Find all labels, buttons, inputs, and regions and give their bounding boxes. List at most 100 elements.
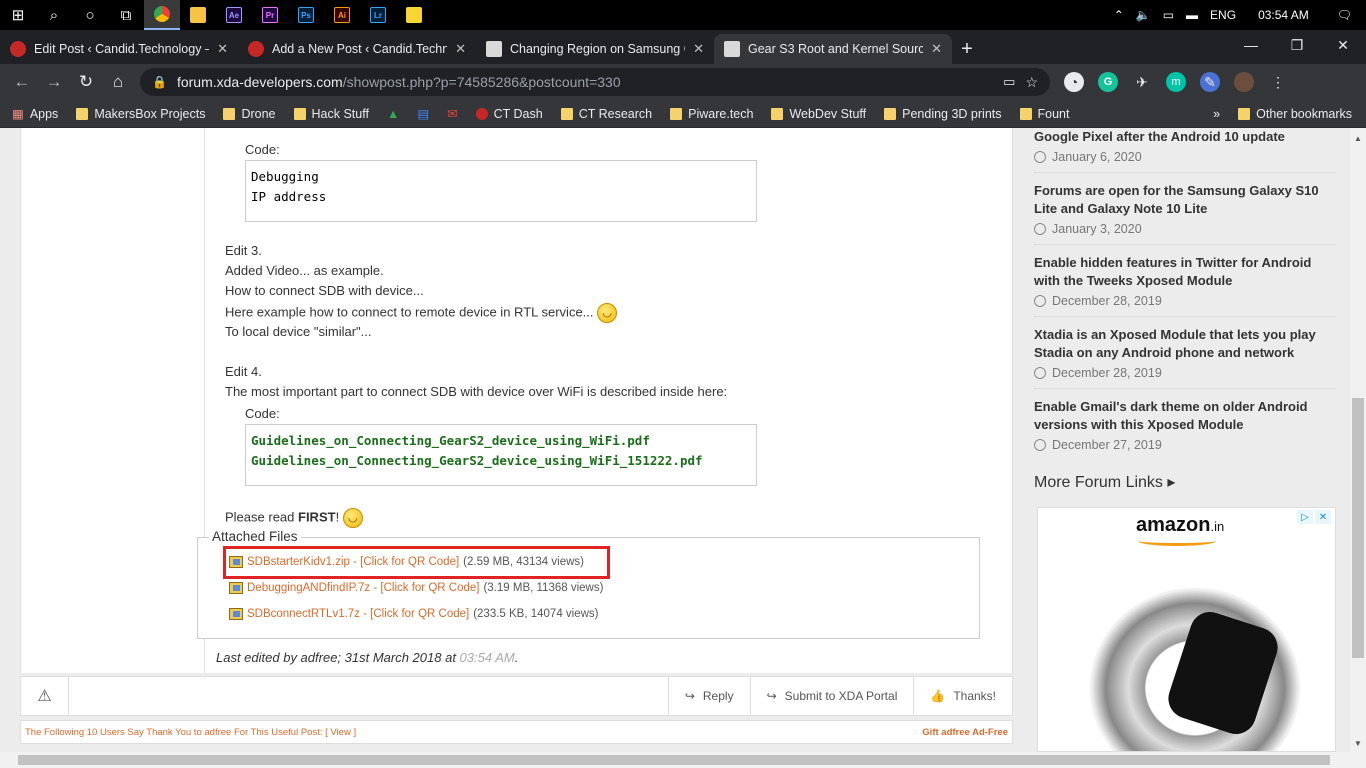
back-button[interactable]: ←	[6, 66, 38, 98]
code-link[interactable]: Guidelines_on_Connecting_GearS2_device_u…	[251, 431, 751, 451]
extension-pen-icon[interactable]: ✎	[1200, 72, 1220, 92]
search-icon[interactable]: ⌕	[36, 0, 72, 30]
bookmark-webdev[interactable]: WebDev Stuff	[771, 107, 866, 121]
extension-bird-icon[interactable]: ✈	[1132, 72, 1152, 92]
advertisement[interactable]: amazon.in ▷ ✕	[1037, 507, 1336, 752]
close-icon[interactable]: ✕	[455, 41, 466, 57]
notifications-icon[interactable]: 🗨	[1337, 8, 1352, 22]
address-bar[interactable]: 🔒 forum.xda-developers.com/showpost.php?…	[140, 68, 1050, 96]
sidebar-article[interactable]: Enable Gmail's dark theme on older Andro…	[1034, 398, 1336, 452]
forward-button[interactable]: →	[38, 66, 70, 98]
scrollbar-thumb[interactable]	[18, 755, 1330, 765]
vertical-scrollbar[interactable]: ▲ ▼	[1350, 128, 1366, 752]
bookmark-docs[interactable]: ▤	[417, 106, 429, 121]
tab-edit-post[interactable]: Edit Post ‹ Candid.Technology — ✕	[0, 34, 238, 64]
article-title[interactable]: Forums are open for the Samsung Galaxy S…	[1034, 182, 1336, 218]
code-link[interactable]: Guidelines_on_Connecting_GearS2_device_u…	[251, 451, 751, 471]
reload-button[interactable]: ↻	[70, 66, 102, 98]
post-text: How to connect SDB with device...	[225, 283, 424, 298]
profile-avatar[interactable]	[1234, 72, 1254, 92]
adchoices-icon[interactable]: ▷	[1297, 510, 1313, 524]
taskbar-app-illustrator[interactable]: Ai	[324, 0, 360, 30]
thanks-line[interactable]: The Following 10 Users Say Thank You to …	[25, 727, 356, 738]
xda-icon	[486, 41, 502, 57]
tab-add-new-post[interactable]: Add a New Post ‹ Candid.Technol ✕	[238, 34, 476, 64]
horizontal-scrollbar[interactable]	[0, 752, 1366, 768]
attachment-link[interactable]: DebuggingANDfindIP.7z - [Click for QR Co…	[247, 582, 479, 594]
bookmark-hack-stuff[interactable]: Hack Stuff	[293, 107, 369, 121]
close-window-icon[interactable]: ✕	[1320, 30, 1366, 60]
article-title[interactable]: Xtadia is an Xposed Module that lets you…	[1034, 326, 1336, 362]
bookmark-apps[interactable]: ▦ Apps	[12, 106, 58, 122]
sidebar-article[interactable]: Enable hidden features in Twitter for An…	[1034, 254, 1336, 308]
new-tab-button[interactable]: +	[952, 34, 982, 64]
home-button[interactable]: ⌂	[102, 66, 134, 98]
more-forum-links[interactable]: More Forum Links ▸	[1034, 472, 1175, 492]
sidebar-article[interactable]: Xtadia is an Xposed Module that lets you…	[1034, 326, 1336, 380]
language-indicator[interactable]: ENG	[1210, 8, 1236, 22]
network-icon[interactable]: ▭	[1163, 8, 1174, 22]
close-ad-icon[interactable]: ✕	[1315, 510, 1331, 524]
close-icon[interactable]: ✕	[217, 41, 228, 57]
archive-file-icon	[229, 608, 243, 620]
bookmark-gmail[interactable]: ✉	[447, 106, 457, 121]
extension-m-icon[interactable]: m	[1166, 72, 1186, 92]
menu-icon[interactable]: ⋮	[1268, 72, 1288, 92]
close-icon[interactable]: ✕	[931, 41, 942, 57]
bookmark-drive[interactable]: ▲	[387, 107, 399, 121]
reply-button[interactable]: ↪ Reply	[667, 676, 750, 716]
attachment-link[interactable]: SDBconnectRTLv1.7z - [Click for QR Code]	[247, 608, 469, 620]
taskbar-app-sticky-notes[interactable]	[396, 0, 432, 30]
share-icon: ↪	[766, 689, 777, 703]
battery-icon[interactable]: ▬	[1186, 8, 1198, 22]
report-warning-icon[interactable]: ⚠	[21, 676, 69, 716]
code-label: Code:	[245, 142, 280, 157]
bookmark-drone[interactable]: Drone	[223, 107, 276, 121]
taskbar-app-explorer[interactable]	[180, 0, 216, 30]
extension-speed-icon[interactable]: ◔	[1064, 72, 1084, 92]
gift-ad-free-link[interactable]: Gift adfree Ad-Free	[922, 727, 1008, 738]
chevron-up-icon[interactable]: ⌃	[1114, 8, 1124, 22]
tab-changing-region[interactable]: Changing Region on Samsung Ge ✕	[476, 34, 714, 64]
star-icon[interactable]: ☆	[1025, 74, 1038, 91]
folder-icon	[293, 107, 306, 120]
scroll-down-icon[interactable]: ▼	[1354, 739, 1362, 748]
taskbar-app-after-effects[interactable]: Ae	[216, 0, 252, 30]
sidebar-article[interactable]: Google Pixel after the Android 10 update…	[1034, 128, 1336, 164]
close-icon[interactable]: ✕	[693, 41, 704, 57]
volume-icon[interactable]: 🔈	[1136, 8, 1151, 22]
bookmarks-overflow-button[interactable]: »	[1213, 107, 1220, 121]
cast-icon[interactable]: ▭	[1003, 74, 1015, 90]
bookmark-other[interactable]: Other bookmarks	[1238, 107, 1352, 121]
submit-portal-button[interactable]: ↪ Submit to XDA Portal	[749, 676, 914, 716]
article-title[interactable]: Enable Gmail's dark theme on older Andro…	[1034, 398, 1336, 434]
bookmark-ct-dash[interactable]: CT Dash	[475, 107, 543, 121]
clock[interactable]: 03:54 AM	[1258, 8, 1309, 22]
folder-icon	[670, 107, 683, 120]
scrollbar-thumb[interactable]	[1352, 398, 1364, 658]
taskbar-app-lightroom[interactable]: Lr	[360, 0, 396, 30]
cortana-icon[interactable]: ○	[72, 0, 108, 30]
sidebar-article[interactable]: Forums are open for the Samsung Galaxy S…	[1034, 182, 1336, 236]
windows-start-icon[interactable]: ⊞	[0, 0, 36, 30]
taskbar-app-photoshop[interactable]: Ps	[288, 0, 324, 30]
bookmark-pending-3d[interactable]: Pending 3D prints	[884, 107, 1002, 121]
taskbar-app-chrome[interactable]	[144, 0, 180, 30]
bookmark-fount[interactable]: Fount	[1019, 107, 1069, 121]
task-view-icon[interactable]: ⧉	[108, 0, 144, 30]
article-title[interactable]: Enable hidden features in Twitter for An…	[1034, 254, 1336, 290]
code-block: Debugging IP address	[245, 160, 757, 222]
grammarly-icon[interactable]: G	[1098, 72, 1118, 92]
minimize-icon[interactable]: —	[1228, 30, 1274, 60]
tab-gear-s3-root[interactable]: Gear S3 Root and Kernel Source! ✕	[714, 34, 952, 64]
taskbar-app-premiere[interactable]: Pr	[252, 0, 288, 30]
bookmark-makersbox[interactable]: MakersBox Projects	[76, 107, 205, 121]
bookmark-piware[interactable]: Piware.tech	[670, 107, 753, 121]
thanks-button[interactable]: 👍 Thanks!	[913, 676, 1012, 716]
sticky-notes-icon	[406, 7, 422, 23]
restore-icon[interactable]: ❐	[1274, 30, 1320, 60]
folder-icon	[771, 107, 784, 120]
bookmark-ct-research[interactable]: CT Research	[560, 107, 652, 121]
scroll-up-icon[interactable]: ▲	[1354, 134, 1362, 143]
article-title[interactable]: Google Pixel after the Android 10 update	[1034, 128, 1336, 146]
